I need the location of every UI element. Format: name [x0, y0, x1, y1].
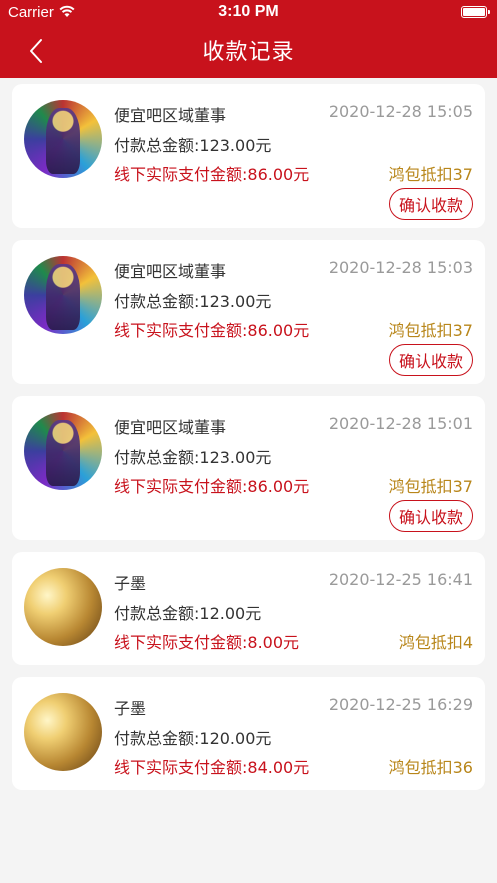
payer-name: 便宜吧区域董事 [114, 262, 227, 281]
record-card: 子墨 2020-12-25 16:41 付款总金额:12.00元 线下实际支付金… [12, 552, 485, 665]
page-title: 收款记录 [202, 40, 295, 65]
record-card: 便宜吧区域董事 2020-12-28 15:01 付款总金额:123.00元 线… [12, 396, 485, 540]
actual-amount: 线下实际支付金额:86.00元 [114, 165, 310, 184]
status-bar: Carrier 3:10 PM [0, 0, 497, 26]
total-amount: 付款总金额:123.00元 [114, 448, 272, 467]
record-card: 便宜吧区域董事 2020-12-28 15:05 付款总金额:123.00元 线… [12, 84, 485, 228]
total-amount: 付款总金额:120.00元 [114, 729, 272, 748]
record-date: 2020-12-25 16:41 [328, 570, 473, 589]
actual-amount: 线下实际支付金额:84.00元 [114, 758, 310, 777]
payer-name: 便宜吧区域董事 [114, 418, 227, 437]
payer-name: 便宜吧区域董事 [114, 106, 227, 125]
status-time: 3:10 PM [218, 3, 279, 20]
actual-amount: 线下实际支付金额:86.00元 [114, 321, 310, 340]
total-amount: 付款总金额:12.00元 [114, 604, 262, 623]
deduct-amount: 鸿包抵扣37 [388, 165, 473, 184]
nav-header: Carrier 3:10 PM 收款记录 [0, 0, 497, 78]
confirm-receipt-button[interactable]: 确认收款 [389, 344, 473, 376]
record-list: 便宜吧区域董事 2020-12-28 15:05 付款总金额:123.00元 线… [12, 84, 485, 802]
total-amount: 付款总金额:123.00元 [114, 136, 272, 155]
deduct-amount: 鸿包抵扣4 [398, 633, 473, 652]
deduct-amount: 鸿包抵扣37 [388, 321, 473, 340]
record-date: 2020-12-28 15:03 [328, 258, 473, 277]
payer-name: 子墨 [114, 699, 147, 718]
record-date: 2020-12-28 15:01 [328, 414, 473, 433]
deduct-amount: 鸿包抵扣37 [388, 477, 473, 496]
record-date: 2020-12-28 15:05 [328, 102, 473, 121]
actual-amount: 线下实际支付金额:8.00元 [114, 633, 300, 652]
confirm-receipt-button[interactable]: 确认收款 [389, 188, 473, 220]
avatar [24, 693, 102, 771]
deduct-amount: 鸿包抵扣36 [388, 758, 473, 777]
record-card: 便宜吧区域董事 2020-12-28 15:03 付款总金额:123.00元 线… [12, 240, 485, 384]
avatar [24, 256, 102, 334]
actual-amount: 线下实际支付金额:86.00元 [114, 477, 310, 496]
payer-name: 子墨 [114, 574, 147, 593]
avatar [24, 568, 102, 646]
total-amount: 付款总金额:123.00元 [114, 292, 272, 311]
battery-icon [461, 6, 490, 18]
confirm-receipt-button[interactable]: 确认收款 [389, 500, 473, 532]
avatar [24, 100, 102, 178]
record-card: 子墨 2020-12-25 16:29 付款总金额:120.00元 线下实际支付… [12, 677, 485, 790]
avatar [24, 412, 102, 490]
record-date: 2020-12-25 16:29 [328, 695, 473, 714]
